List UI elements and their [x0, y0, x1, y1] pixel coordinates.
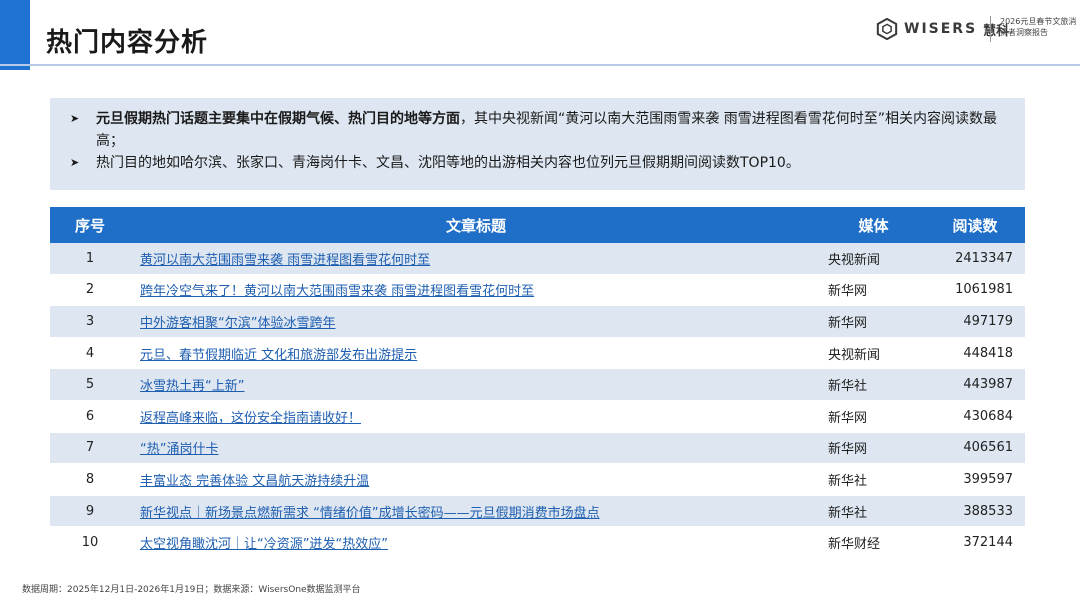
title-accent-bar — [0, 0, 30, 70]
table-row: 8 丰富业态 完善体验 文昌航天游持续升温 新华社 399597 — [50, 463, 1025, 496]
table-header-row: 序号 文章标题 媒体 阅读数 — [50, 207, 1025, 243]
row-index: 4 — [50, 337, 130, 370]
title-divider — [0, 64, 1080, 66]
hexagon-logo-icon — [876, 18, 898, 40]
article-link[interactable]: 新华视点｜新场景点燃新需求 “情绪价值”成增长密码——元旦假期消费市场盘点 — [140, 506, 600, 521]
row-media: 央视新闻 — [822, 243, 925, 275]
article-link[interactable]: 黄河以南大范围雨雪来袭 雨雪进程图看雪花何时至 — [140, 253, 430, 268]
row-reads: 372144 — [925, 526, 1025, 559]
row-reads: 1061981 — [925, 274, 1025, 307]
row-title-cell: 太空视角瞰沈河｜让“冷资源”迸发“热效应” — [130, 526, 822, 559]
article-link[interactable]: 冰雪热土再“上新” — [140, 379, 244, 394]
row-media: 新华网 — [822, 432, 925, 465]
row-title-cell: 冰雪热土再“上新” — [130, 368, 822, 401]
row-index: 2 — [50, 274, 130, 307]
table-row: 2 跨年冷空气来了！黄河以南大范围雨雪来袭 雨雪进程图看雪花何时至 新华网 10… — [50, 274, 1025, 307]
summary-item-2: ➤ 热门目的地如哈尔滨、张家口、青海岗什卡、文昌、沈阳等地的出游相关内容也位列元… — [70, 152, 1005, 174]
row-title-cell: 黄河以南大范围雨雪来袭 雨雪进程图看雪花何时至 — [130, 243, 822, 275]
row-title-cell: 元旦、春节假期临近 文化和旅游部发布出游提示 — [130, 337, 822, 370]
summary-text-1: 元旦假期热门话题主要集中在假期气候、热门目的地等方面，其中央视新闻“黄河以南大范… — [96, 108, 1005, 152]
row-index: 8 — [50, 463, 130, 496]
row-reads: 388533 — [925, 495, 1025, 528]
header-title: 文章标题 — [130, 207, 822, 243]
page-title: 热门内容分析 — [46, 28, 209, 58]
row-index: 3 — [50, 305, 130, 338]
row-index: 6 — [50, 400, 130, 433]
row-index: 9 — [50, 495, 130, 528]
row-media: 新华社 — [822, 463, 925, 496]
arrow-bullet-icon: ➤ — [70, 112, 80, 125]
row-reads: 430684 — [925, 400, 1025, 433]
table-row: 9 新华视点｜新场景点燃新需求 “情绪价值”成增长密码——元旦假期消费市场盘点 … — [50, 495, 1025, 528]
table-row: 4 元旦、春节假期临近 文化和旅游部发布出游提示 央视新闻 448418 — [50, 337, 1025, 370]
table-row: 5 冰雪热土再“上新” 新华社 443987 — [50, 368, 1025, 401]
summary-box: ➤ 元旦假期热门话题主要集中在假期气候、热门目的地等方面，其中央视新闻“黄河以南… — [50, 98, 1025, 190]
row-media: 央视新闻 — [822, 337, 925, 370]
row-media: 新华社 — [822, 368, 925, 401]
row-title-cell: 中外游客相聚“尔滨”体验冰雪跨年 — [130, 305, 822, 338]
row-title-cell: “热”涌岗什卡 — [130, 432, 822, 465]
row-index: 7 — [50, 432, 130, 465]
row-media: 新华网 — [822, 400, 925, 433]
articles-table: 序号 文章标题 媒体 阅读数 1 黄河以南大范围雨雪来袭 雨雪进程图看雪花何时至… — [50, 207, 1025, 559]
table-row: 1 黄河以南大范围雨雪来袭 雨雪进程图看雪花何时至 央视新闻 2413347 — [50, 243, 1025, 275]
row-reads: 448418 — [925, 337, 1025, 370]
summary-highlight: 元旦假期热门话题主要集中在假期气候、热门目的地等方面 — [96, 111, 460, 127]
row-reads: 443987 — [925, 368, 1025, 401]
row-media: 新华网 — [822, 274, 925, 307]
summary-text-2: 热门目的地如哈尔滨、张家口、青海岗什卡、文昌、沈阳等地的出游相关内容也位列元旦假… — [96, 155, 800, 171]
table-row: 7 “热”涌岗什卡 新华网 406561 — [50, 432, 1025, 465]
header-index: 序号 — [50, 207, 130, 243]
row-reads: 406561 — [925, 432, 1025, 465]
article-link[interactable]: 元旦、春节假期临近 文化和旅游部发布出游提示 — [140, 348, 417, 363]
summary-item-1: ➤ 元旦假期热门话题主要集中在假期气候、热门目的地等方面，其中央视新闻“黄河以南… — [70, 108, 1005, 152]
row-title-cell: 跨年冷空气来了！黄河以南大范围雨雪来袭 雨雪进程图看雪花何时至 — [130, 274, 822, 307]
header-reads: 阅读数 — [925, 207, 1025, 243]
article-link[interactable]: 丰富业态 完善体验 文昌航天游持续升温 — [140, 474, 369, 489]
article-link[interactable]: 太空视角瞰沈河｜让“冷资源”迸发“热效应” — [140, 537, 388, 552]
header-media: 媒体 — [822, 207, 925, 243]
data-source-footnote: 数据周期：2025年12月1日-2026年1月19日；数据来源：WisersOn… — [22, 585, 361, 595]
article-link[interactable]: 跨年冷空气来了！黄河以南大范围雨雪来袭 雨雪进程图看雪花何时至 — [140, 284, 534, 299]
row-title-cell: 新华视点｜新场景点燃新需求 “情绪价值”成增长密码——元旦假期消费市场盘点 — [130, 495, 822, 528]
row-index: 10 — [50, 526, 130, 559]
report-name: 2026元旦春节文旅消费者洞察报告 — [1000, 17, 1077, 37]
logo-divider — [990, 16, 991, 42]
row-reads: 497179 — [925, 305, 1025, 338]
row-media: 新华财经 — [822, 526, 925, 559]
row-index: 5 — [50, 368, 130, 401]
table-row: 3 中外游客相聚“尔滨”体验冰雪跨年 新华网 497179 — [50, 305, 1025, 338]
table-row: 10 太空视角瞰沈河｜让“冷资源”迸发“热效应” 新华财经 372144 — [50, 526, 1025, 559]
row-media: 新华网 — [822, 305, 925, 338]
row-title-cell: 返程高峰来临，这份安全指南请收好！ — [130, 400, 822, 433]
row-reads: 2413347 — [925, 243, 1025, 275]
row-index: 1 — [50, 243, 130, 275]
table-row: 6 返程高峰来临，这份安全指南请收好！ 新华网 430684 — [50, 400, 1025, 433]
row-reads: 399597 — [925, 463, 1025, 496]
row-media: 新华社 — [822, 495, 925, 528]
row-title-cell: 丰富业态 完善体验 文昌航天游持续升温 — [130, 463, 822, 496]
article-link[interactable]: 中外游客相聚“尔滨”体验冰雪跨年 — [140, 316, 335, 331]
article-link[interactable]: “热”涌岗什卡 — [140, 442, 218, 457]
arrow-bullet-icon: ➤ — [70, 156, 80, 169]
logo-wordmark: WISERS — [904, 21, 978, 37]
article-link[interactable]: 返程高峰来临，这份安全指南请收好！ — [140, 411, 361, 426]
